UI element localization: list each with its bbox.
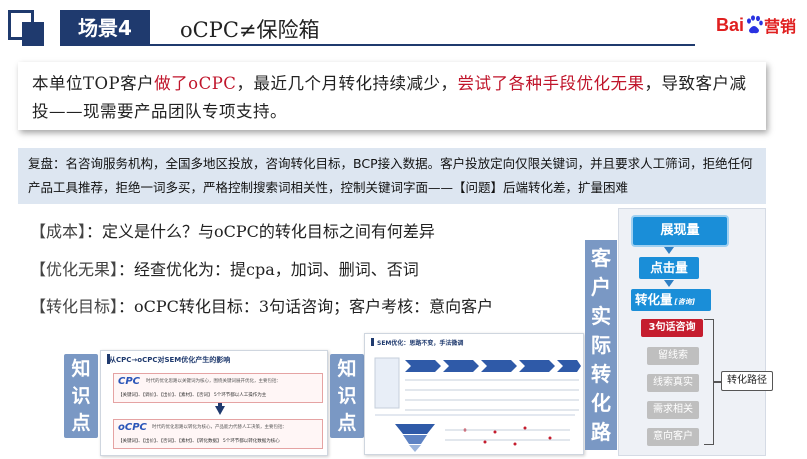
conversion-flow-panel: 展现量 点击量 转化量 [咨询] 3句话咨询 留线索 线索真实 需求相关 意向客户… <box>618 208 773 456</box>
header-divider <box>150 44 695 46</box>
ocpc-label: oCPC <box>118 422 147 433</box>
flow-step-conversions: 转化量 [咨询] <box>631 289 711 311</box>
question-text: ：定义是什么？与oCPC的转化目标之间有何差异 <box>86 222 435 241</box>
ocpc-desc: 时代的优化思路以转化为核心，产品能力代替人工决策，主要包括： <box>152 425 287 430</box>
flow-step-impressions: 展现量 <box>633 217 727 245</box>
problem-text-highlight-1: 做了oCPC <box>154 74 237 93</box>
paw-icon <box>745 15 763 35</box>
question-tag: 【转化目标】 <box>30 297 119 316</box>
decor-square-filled <box>22 22 44 46</box>
conversion-path-title: 客户实际转化路径 <box>585 240 617 459</box>
page-title: oCPC≠保险箱 <box>180 18 320 42</box>
cpc-items: 【关键词】、【调价】、【出价】、【素材】、【否词】 5个环节都以人工操作为主 <box>118 393 267 398</box>
flow-step-need-related: 需求相关 <box>647 401 699 419</box>
path-bracket <box>704 319 714 445</box>
question-tag: 【优化无果】 <box>30 260 119 279</box>
cpc-label: CPC <box>118 376 141 387</box>
flow-step-intent-customer: 意向客户 <box>647 428 699 446</box>
review-summary: 复盘：名咨询服务机构，全国多地区投放，咨询转化目标，BCP接入数据。客户投放定向… <box>18 148 766 204</box>
logo-text-bai: Bai <box>716 14 745 35</box>
flow-arrow-icon <box>664 280 674 287</box>
flow-step-conversions-sub: [咨询] <box>674 298 695 306</box>
problem-statement: 本单位TOP客户做了oCPC，最近几个月转化持续减少，尝试了各种手段优化无果，导… <box>18 62 766 130</box>
knowledge-thumbnail-2[interactable]: SEM优化：思路不变，手法微调 <box>364 333 584 455</box>
question-optimization: 【优化无果】：经查优化为：提cpa，加词、删词、否词 <box>30 256 419 280</box>
flow-step-lead-real: 线索真实 <box>647 374 699 392</box>
thumb-title: 从CPC→oCPC对SEM优化产生的影响 <box>109 356 231 364</box>
arrow-down-icon <box>215 406 225 415</box>
sem-diagram-graphic <box>374 357 581 452</box>
problem-text-highlight-2: 尝试了各种手段优化无果 <box>457 74 645 93</box>
flow-step-three-sentence-consult: 3句话咨询 <box>641 319 703 337</box>
problem-text-2: ，最近几个月转化持续减少， <box>236 74 458 93</box>
cpc-desc: 时代的优化思路以关键词为核心，围绕关键词展开优化，主要包括： <box>146 379 281 384</box>
flow-step-conversions-label: 转化量 <box>635 292 673 307</box>
flow-step-leave-lead: 留线索 <box>647 347 699 365</box>
conversion-path-label: 转化路径 <box>721 371 773 391</box>
baidu-logo: Bai 营销 <box>716 10 796 40</box>
question-tag: 【成本】 <box>30 222 87 241</box>
knowledge-point-label: 知识点 <box>330 354 364 438</box>
knowledge-thumbnail-1[interactable]: 从CPC→oCPC对SEM优化产生的影响 CPC 时代的优化思路以关键词为核心，… <box>100 350 328 456</box>
knowledge-point-label: 知识点 <box>64 354 98 438</box>
logo-text-xiao: 营销 <box>764 17 797 36</box>
ocpc-items: 【关键词】、【出价】、【否词】、【素材】、【转化数据】 5个环节都以转化数据为核… <box>118 439 280 444</box>
question-text: ：oCPC转化目标：3句话咨询；客户考核：意向客户 <box>118 297 494 316</box>
question-cost: 【成本】：定义是什么？与oCPC的转化目标之间有何差异 <box>30 218 435 242</box>
cpc-card: CPC 时代的优化思路以关键词为核心，围绕关键词展开优化，主要包括： 【关键词】… <box>113 373 323 403</box>
ocpc-card: oCPC 时代的优化思路以转化为核心，产品能力代替人工决策，主要包括： 【关键词… <box>113 419 323 449</box>
flow-arrow-icon <box>664 247 674 254</box>
problem-text-1: 本单位TOP客户 <box>32 74 155 93</box>
question-text: ：经查优化为：提cpa，加词、删词、否词 <box>118 260 419 279</box>
scene-tag: 场景4 <box>60 10 150 46</box>
question-conversion-goal: 【转化目标】：oCPC转化目标：3句话咨询；客户考核：意向客户 <box>30 293 493 317</box>
flow-step-clicks: 点击量 <box>639 257 699 279</box>
